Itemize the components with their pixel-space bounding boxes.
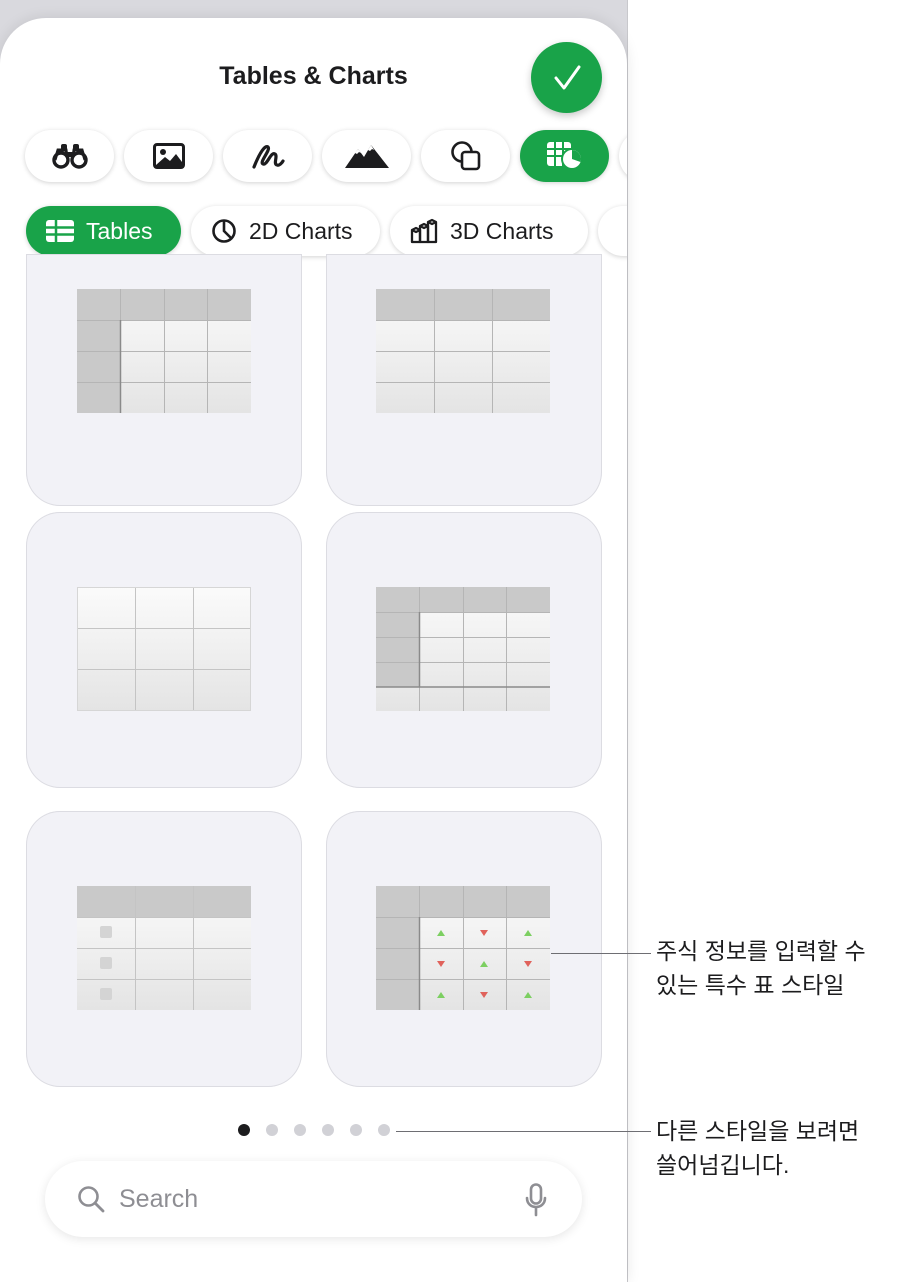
table-style-thumbnail	[77, 289, 251, 413]
table-style-card-3[interactable]	[26, 512, 302, 788]
chip-more[interactable]	[598, 206, 627, 256]
drawing-icon	[251, 145, 285, 169]
insert-category-tabs	[0, 130, 627, 188]
callout-leader-line	[551, 953, 651, 954]
checkmark-icon	[554, 65, 580, 89]
page-dot	[266, 1124, 278, 1136]
tables-charts-panel: Tables & Charts Tables 2D Charts 3D Char…	[0, 18, 627, 1282]
stock-table-style-card[interactable]	[326, 811, 602, 1087]
table-style-card-2[interactable]	[326, 254, 602, 506]
shapes-icon	[450, 141, 480, 171]
table-style-card-4[interactable]	[326, 512, 602, 788]
table-style-thumbnail	[77, 587, 251, 711]
callout-leader-line	[396, 1131, 651, 1132]
chip-2d-charts[interactable]: 2D Charts	[191, 206, 380, 256]
bar-3d-icon	[410, 218, 438, 244]
page-dot	[350, 1124, 362, 1136]
table-chart-icon	[546, 142, 583, 170]
page-dot	[378, 1124, 390, 1136]
table-icon	[46, 220, 74, 242]
chip-2d-charts-label: 2D Charts	[249, 217, 353, 244]
chip-tables-label: Tables	[86, 217, 153, 244]
stock-table-thumbnail	[376, 886, 550, 1010]
page-dot	[294, 1124, 306, 1136]
table-style-card-1[interactable]	[26, 254, 302, 506]
table-style-card-5[interactable]	[26, 811, 302, 1087]
photo-icon	[152, 143, 185, 169]
chip-3d-charts-label: 3D Charts	[450, 217, 554, 244]
done-button[interactable]	[531, 42, 602, 113]
table-style-thumbnail	[376, 587, 550, 711]
pie-chart-icon	[212, 219, 236, 243]
mountains-icon	[344, 145, 389, 168]
binoculars-icon	[51, 144, 88, 169]
tab-more[interactable]	[619, 130, 627, 182]
search-field[interactable]: Search	[45, 1161, 582, 1237]
search-placeholder: Search	[119, 1185, 199, 1213]
tab-find[interactable]	[25, 130, 114, 182]
callout-stock-table: 주식 정보를 입력할 수 있는 특수 표 스타일	[656, 938, 866, 998]
page-dot	[238, 1124, 250, 1136]
chip-3d-charts[interactable]: 3D Charts	[390, 206, 588, 256]
callout-swipe: 다른 스타일을 보려면 쓸어넘깁니다.	[656, 1118, 860, 1178]
tab-drawing[interactable]	[223, 130, 312, 182]
tab-tables-charts[interactable]	[520, 130, 609, 182]
page-indicator[interactable]	[0, 1124, 627, 1144]
magnifier-icon	[78, 1186, 105, 1213]
page-dot	[322, 1124, 334, 1136]
chip-tables[interactable]: Tables	[26, 206, 181, 256]
tab-3d-objects[interactable]	[322, 130, 411, 182]
table-style-thumbnail	[77, 886, 251, 1010]
microphone-icon[interactable]	[525, 1183, 547, 1217]
tab-shapes[interactable]	[421, 130, 510, 182]
table-style-thumbnail	[376, 289, 550, 413]
tab-media[interactable]	[124, 130, 213, 182]
